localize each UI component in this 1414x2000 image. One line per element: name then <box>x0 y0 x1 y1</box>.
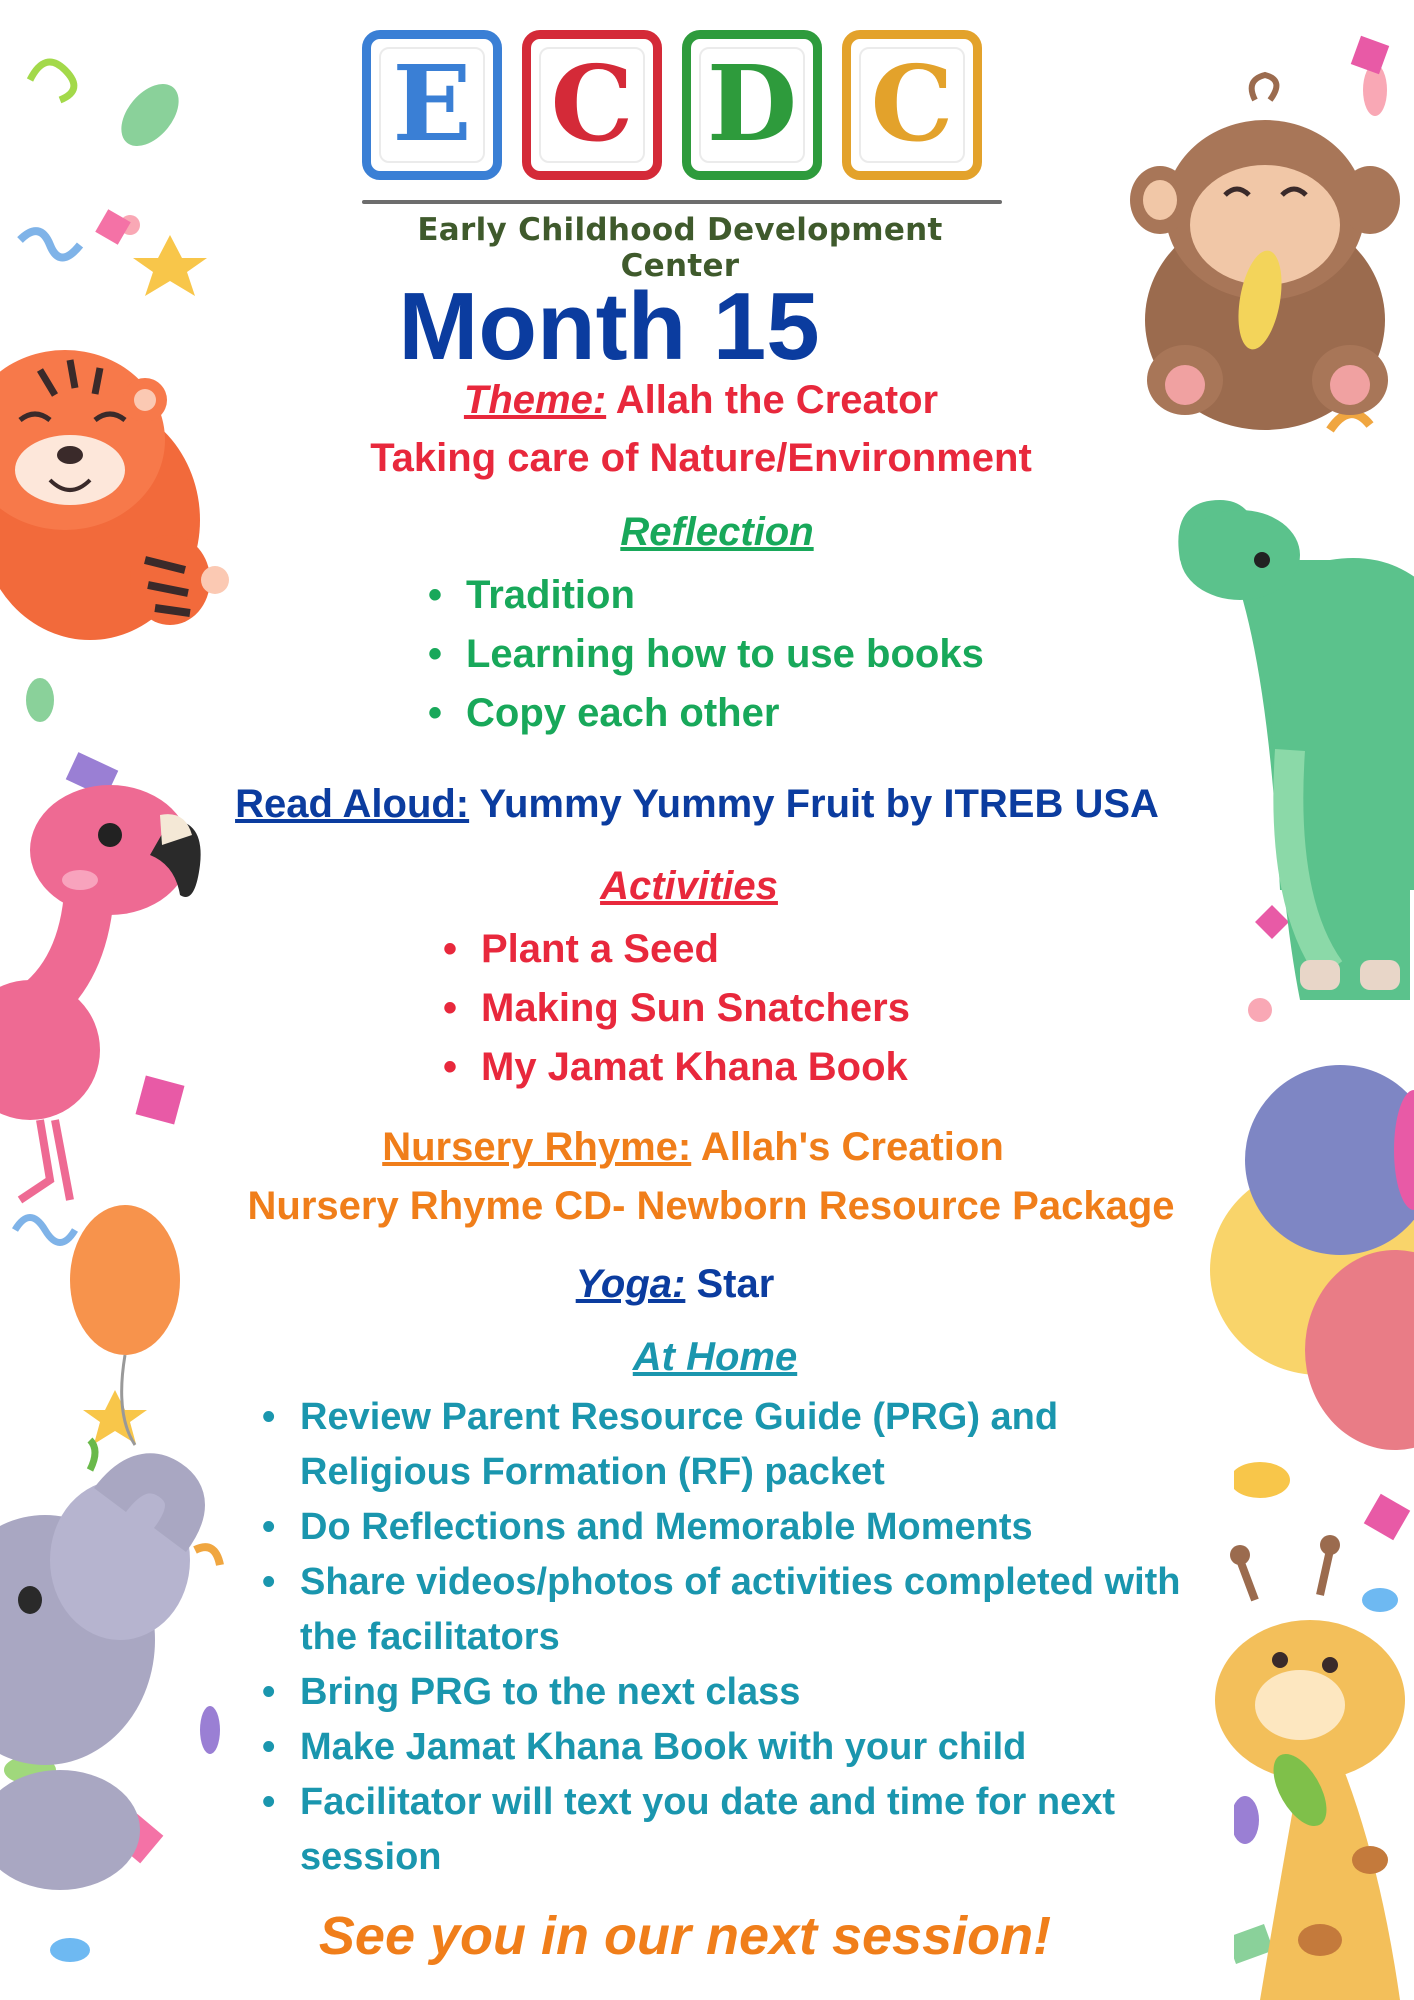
closing-message: See you in our next session! <box>318 1906 1052 1966</box>
at-home-list: • Review Parent Resource Guide (PRG) and … <box>262 1390 1200 1885</box>
read-aloud-label: Read Aloud: <box>235 782 470 826</box>
nursery-rhyme-line: Nursery Rhyme: Allah's Creation <box>0 1125 1400 1170</box>
activities-list: • Plant a Seed • Making Sun Snatchers • My … <box>443 920 910 1097</box>
list-item: • Plant a Seed <box>443 927 719 971</box>
theme-subtitle: Taking care of Nature/Environment <box>370 436 1032 480</box>
read-aloud-text: Yummy Yummy Fruit by ITREB USA <box>469 782 1159 826</box>
yoga-text: Star <box>685 1262 775 1306</box>
logo-block-c2: C <box>842 30 982 180</box>
yoga-line: Yoga: Star <box>0 1262 1382 1307</box>
yoga-label: Yoga: <box>575 1262 686 1306</box>
theme-label: Theme: <box>463 378 607 422</box>
list-item: • My Jamat Khana Book <box>443 1045 908 1089</box>
logo-divider <box>362 200 1002 204</box>
list-item: • Bring PRG to the next class <box>262 1671 801 1713</box>
flyer-page: E C D C Early Childhood Development Cent… <box>0 0 1414 2000</box>
list-item: • Do Reflections and Memorable Moments <box>262 1506 1033 1548</box>
list-item: • Facilitator will text you date and time… <box>262 1781 1116 1878</box>
list-item: • Make Jamat Khana Book with your child <box>262 1726 1027 1768</box>
list-item: • Share videos/photos of activities compl… <box>262 1561 1181 1658</box>
nursery-rhyme-resource: Nursery Rhyme CD- Newborn Resource Packa… <box>247 1184 1175 1228</box>
list-item: • Copy each other <box>428 691 780 735</box>
read-aloud-line: Read Aloud: Yummy Yummy Fruit by ITREB U… <box>0 782 1404 827</box>
theme-text: Allah the Creator <box>606 378 939 422</box>
logo-block-d: D <box>682 30 822 180</box>
activities-heading: Activities <box>600 864 778 908</box>
theme-line: Theme: Allah the Creator <box>0 378 1408 423</box>
list-item: • Making Sun Snatchers <box>443 986 910 1030</box>
reflection-list: • Tradition • Learning how to use books • C… <box>428 566 984 743</box>
logo-block-e: E <box>362 30 502 180</box>
list-item: • Learning how to use books <box>428 632 984 676</box>
list-item: • Tradition <box>428 573 635 617</box>
list-item: • Review Parent Resource Guide (PRG) and … <box>262 1396 1059 1493</box>
at-home-heading: At Home <box>632 1335 798 1379</box>
page-title: Month 15 <box>398 273 820 380</box>
nursery-rhyme-text: Allah's Creation <box>691 1125 1004 1169</box>
logo-block-c: C <box>522 30 662 180</box>
ecdc-logo: E C D C Early Childhood Development Cent… <box>360 22 1002 284</box>
nursery-rhyme-label: Nursery Rhyme: <box>382 1125 692 1169</box>
reflection-heading: Reflection <box>620 510 814 554</box>
